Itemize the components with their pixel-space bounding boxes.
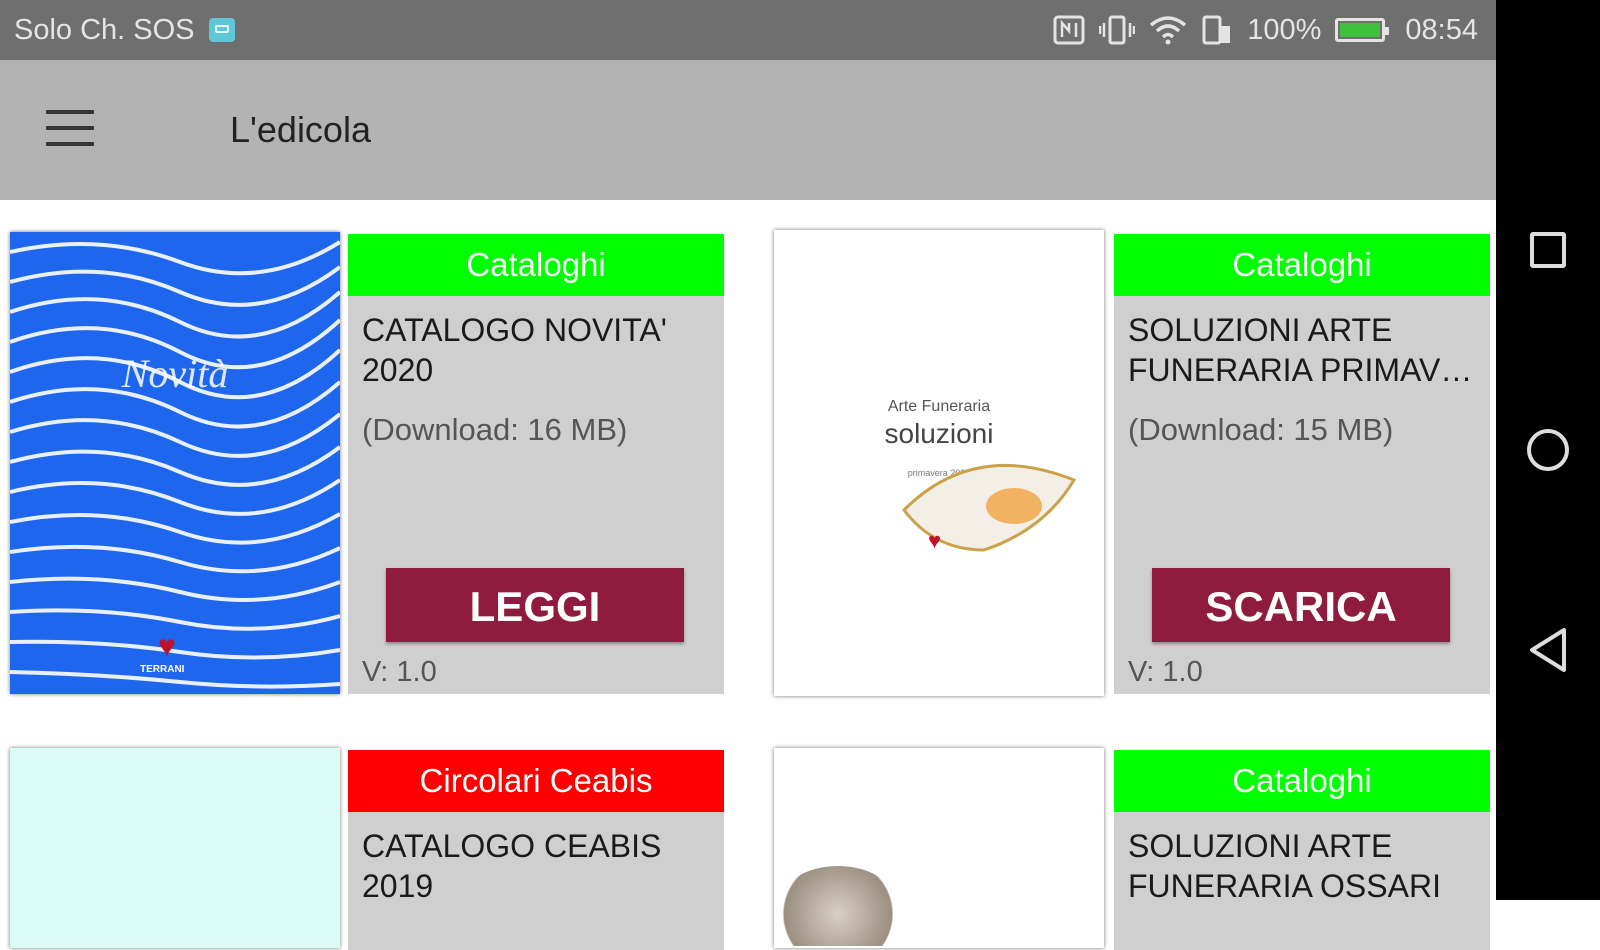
title-line: CATALOGO NOVITA' (362, 312, 667, 348)
navigation-bar (1496, 0, 1600, 900)
cover-title: Novità (121, 351, 229, 396)
battery-icon (1335, 18, 1390, 42)
card-title: SOLUZIONI ARTE FUNERARIA PRIMAVE... (1128, 310, 1484, 390)
page-title: L'edicola (230, 109, 371, 150)
title-line: SOLUZIONI ARTE (1128, 828, 1393, 864)
title-line: 2020 (362, 352, 434, 388)
download-size: (Download: 16 MB) (362, 412, 628, 447)
status-bar: Solo Ch. SOS 100% 08:54 (0, 0, 1496, 60)
back-triangle-icon (1530, 628, 1566, 672)
cover-thumbnail[interactable]: Arte Funeraria soluzioni primavera 2020 … (774, 230, 1104, 696)
home-button[interactable] (1526, 428, 1570, 472)
data-icon (1201, 14, 1233, 46)
clock: 08:54 (1405, 13, 1478, 46)
version-label: V: 1.0 (1128, 656, 1203, 688)
category-label: Cataloghi (1114, 750, 1490, 812)
menu-icon[interactable] (46, 110, 94, 146)
vibrate-icon (1099, 14, 1136, 46)
carrier-label: Solo Ch. SOS (14, 13, 195, 46)
card-title: CATALOGO NOVITA' 2020 (362, 310, 718, 390)
back-button[interactable] (1526, 626, 1570, 672)
cover-thumbnail[interactable] (774, 748, 1104, 948)
card-info: Cataloghi SOLUZIONI ARTE FUNERARIA OSSAR… (1114, 750, 1490, 950)
title-line: FUNERARIA OSSARI (1128, 868, 1441, 904)
cover-logo-text: TERRANI (140, 664, 185, 675)
catalog-card[interactable]: Circolari Ceabis CATALOGO CEABIS 2019 (0, 712, 740, 950)
download-size: (Download: 15 MB) (1128, 412, 1394, 447)
square-icon (1530, 232, 1566, 268)
card-info: Circolari Ceabis CATALOGO CEABIS 2019 (348, 750, 724, 950)
title-line: FUNERARIA PRIMAVE... (1128, 352, 1484, 388)
flower-graphic (902, 463, 1077, 552)
version-label: V: 1.0 (362, 656, 437, 688)
wave-pattern (10, 240, 340, 689)
card-info: Cataloghi SOLUZIONI ARTE FUNERARIA PRIMA… (1114, 234, 1490, 694)
title-line: SOLUZIONI ARTE (1128, 312, 1393, 348)
cover-thumbnail[interactable] (10, 748, 340, 948)
wifi-icon (1149, 15, 1187, 45)
catalog-card[interactable]: Cataloghi SOLUZIONI ARTE FUNERARIA OSSAR… (766, 712, 1496, 950)
catalog-card[interactable]: Arte Funeraria soluzioni primavera 2020 … (766, 200, 1496, 700)
rose-image (778, 866, 898, 946)
card-info: Cataloghi CATALOGO NOVITA' 2020 (Downloa… (348, 234, 724, 694)
recent-apps-button[interactable] (1526, 228, 1570, 272)
catalog-card[interactable]: Novità ♥ TERRANI Cataloghi CATALOGO NOVI… (0, 200, 740, 700)
heart-logo-icon: ♥ (928, 528, 942, 553)
title-line: CATALOGO CEABIS (362, 828, 662, 864)
battery-percent: 100% (1247, 13, 1322, 46)
title-line: 2019 (362, 868, 434, 904)
card-title: CATALOGO CEABIS 2019 (362, 826, 718, 906)
download-button[interactable]: SCARICA (1152, 568, 1450, 642)
category-label: Circolari Ceabis (348, 750, 724, 812)
notification-icon (208, 18, 235, 42)
circle-icon (1527, 429, 1569, 471)
read-button[interactable]: LEGGI (386, 568, 684, 642)
app-bar: L'edicola (0, 60, 1496, 200)
card-title: SOLUZIONI ARTE FUNERARIA OSSARI (1128, 826, 1484, 906)
heart-logo-icon: ♥ (158, 630, 176, 663)
nfc-icon (1053, 15, 1085, 45)
category-label: Cataloghi (348, 234, 724, 296)
category-label: Cataloghi (1114, 234, 1490, 296)
cover-thumbnail[interactable]: Novità ♥ TERRANI (10, 232, 340, 694)
